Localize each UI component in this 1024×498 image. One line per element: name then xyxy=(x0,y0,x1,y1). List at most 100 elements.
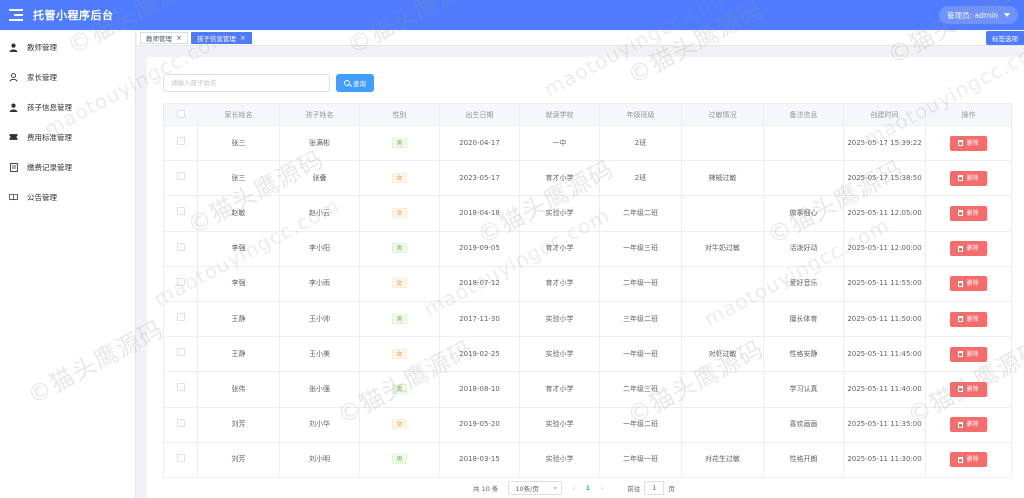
close-icon[interactable]: × xyxy=(176,34,182,42)
sidebar-item-0[interactable]: 教师管理 xyxy=(0,32,135,62)
delete-button[interactable]: 删除 xyxy=(950,205,987,221)
trash-icon xyxy=(958,140,964,147)
column-header: 性别 xyxy=(359,103,440,126)
parent-text: 张三 xyxy=(231,173,246,182)
birth-text: 2017-11-30 xyxy=(459,314,500,323)
cell-birth: 2018-08-10 xyxy=(439,371,520,408)
select-all-checkbox[interactable] xyxy=(176,109,185,118)
goto-label: 前往 xyxy=(627,485,641,493)
cell-gender: 女 xyxy=(359,265,440,302)
prev-page-button[interactable]: ‹ xyxy=(572,484,575,493)
delete-button[interactable]: 删除 xyxy=(950,170,987,186)
sidebar-item-4[interactable]: 缴费记录管理 xyxy=(0,152,135,182)
delete-button[interactable]: 删除 xyxy=(950,417,987,433)
delete-label: 删除 xyxy=(966,174,979,182)
birth-text: 2019-05-20 xyxy=(459,420,500,429)
cell-grade: 一年级三班 xyxy=(599,230,682,267)
delete-button[interactable]: 删除 xyxy=(950,346,987,362)
tab-0[interactable]: 教师管理 × xyxy=(140,31,188,44)
row-checkbox[interactable] xyxy=(176,172,185,181)
cell-birth: 2019-05-20 xyxy=(439,406,520,443)
trash-icon xyxy=(958,351,964,358)
row-checkbox[interactable] xyxy=(176,418,185,427)
tab-options-button[interactable]: 标签选项 xyxy=(986,31,1024,45)
sidebar-item-3[interactable]: 费用标准管理 xyxy=(0,122,135,152)
table-row: 赵敏 赵小云 女 2018-04-18 实验小学 二年级二班 做事细心 2025-05-11 … xyxy=(163,195,1012,232)
delete-button[interactable]: 删除 xyxy=(950,381,987,397)
row-checkbox[interactable] xyxy=(176,277,185,286)
page-size-select[interactable]: 10条/页 xyxy=(508,481,563,495)
cell-gender: 男 xyxy=(359,441,440,478)
delete-button[interactable]: 删除 xyxy=(950,241,987,257)
cell-parent: 李强 xyxy=(197,265,280,302)
page-number-1[interactable]: 1 xyxy=(586,484,591,492)
column-header: 年级班级 xyxy=(599,103,682,126)
row-checkbox[interactable] xyxy=(176,137,185,146)
menu-toggle-icon[interactable] xyxy=(9,9,23,21)
cell-allergy: 对花生过敏 xyxy=(681,441,764,478)
row-checkbox[interactable] xyxy=(176,313,185,322)
search-button-label: 查询 xyxy=(353,80,366,88)
goto-page-input[interactable]: 1 xyxy=(644,481,665,495)
grade-text: 2班 xyxy=(634,173,647,182)
cell-created: 2025-05-11 11:45:00 xyxy=(843,336,926,373)
sidebar-item-1[interactable]: 家长管理 xyxy=(0,62,135,92)
note-text: 性格开朗 xyxy=(789,455,818,464)
close-icon[interactable]: × xyxy=(240,34,246,42)
column-header: 备注信息 xyxy=(763,103,844,126)
trash-icon xyxy=(958,210,964,217)
cell-birth: 2020-04-17 xyxy=(439,124,520,162)
top-bar: 托管小程序后台 管理员: admin xyxy=(0,0,1024,30)
cell-gender: 男 xyxy=(359,230,440,267)
row-select-cell xyxy=(163,195,198,232)
sidebar-item-5[interactable]: 公告管理 xyxy=(0,182,135,212)
tab-label: 教师管理 xyxy=(146,34,172,43)
row-select-cell xyxy=(163,441,198,478)
sidebar-item-label: 家长管理 xyxy=(27,72,57,82)
cell-allergy: 对牛奶过敏 xyxy=(681,230,764,267)
search-button[interactable]: 查询 xyxy=(336,74,374,92)
gender-tag: 女 xyxy=(392,348,407,359)
user-menu[interactable]: 管理员: admin xyxy=(939,6,1018,24)
gender-tag: 男 xyxy=(392,383,407,394)
delete-button[interactable]: 删除 xyxy=(950,135,987,151)
select-all-cell xyxy=(163,103,198,126)
cell-created: 2025-05-11 11:50:00 xyxy=(843,300,926,338)
caret-down-icon xyxy=(1004,13,1010,17)
row-checkbox[interactable] xyxy=(176,348,185,357)
tab-1[interactable]: 孩子信息管理 × xyxy=(190,31,252,44)
row-checkbox[interactable] xyxy=(176,242,185,251)
sidebar-item-label: 孩子信息管理 xyxy=(27,102,72,112)
user-label: 管理员: admin xyxy=(947,10,998,20)
sidebar: 教师管理家长管理孩子信息管理费用标准管理 缴费记录管理 公告管理 xyxy=(0,30,136,498)
row-select-cell xyxy=(163,230,198,267)
parent-text: 王静 xyxy=(231,349,246,358)
book-icon xyxy=(9,193,18,202)
cell-birth: 2018-03-15 xyxy=(439,441,520,478)
cell-school: 实验小学 xyxy=(519,406,600,443)
parent-text: 王静 xyxy=(231,314,246,323)
search-bar: 查询 xyxy=(163,74,374,92)
next-page-button[interactable]: › xyxy=(600,484,603,493)
grade-text: 三年级二班 xyxy=(623,314,658,323)
trash-icon xyxy=(958,175,964,182)
row-checkbox[interactable] xyxy=(176,207,185,216)
column-header: 过敏情况 xyxy=(681,103,764,126)
delete-button[interactable]: 删除 xyxy=(950,311,987,327)
row-select-cell xyxy=(163,406,198,443)
cell-birth: 2017-11-30 xyxy=(439,300,520,338)
sidebar-item-2[interactable]: 孩子信息管理 xyxy=(0,92,135,122)
cell-grade: 一年级一班 xyxy=(599,336,682,373)
allergy-text: 对牛奶过敏 xyxy=(705,244,740,253)
delete-button[interactable]: 删除 xyxy=(950,276,987,292)
cell-parent: 张三 xyxy=(197,160,280,197)
child-text: 刘小华 xyxy=(309,420,330,429)
row-checkbox[interactable] xyxy=(176,453,185,462)
row-checkbox[interactable] xyxy=(176,383,185,392)
child-text: 李小雨 xyxy=(309,279,330,288)
birth-text: 2018-07-12 xyxy=(459,279,500,288)
grade-text: 二年级二班 xyxy=(623,208,658,217)
search-input[interactable] xyxy=(163,74,330,92)
cell-parent: 张伟 xyxy=(197,371,280,408)
delete-button[interactable]: 删除 xyxy=(950,452,987,468)
